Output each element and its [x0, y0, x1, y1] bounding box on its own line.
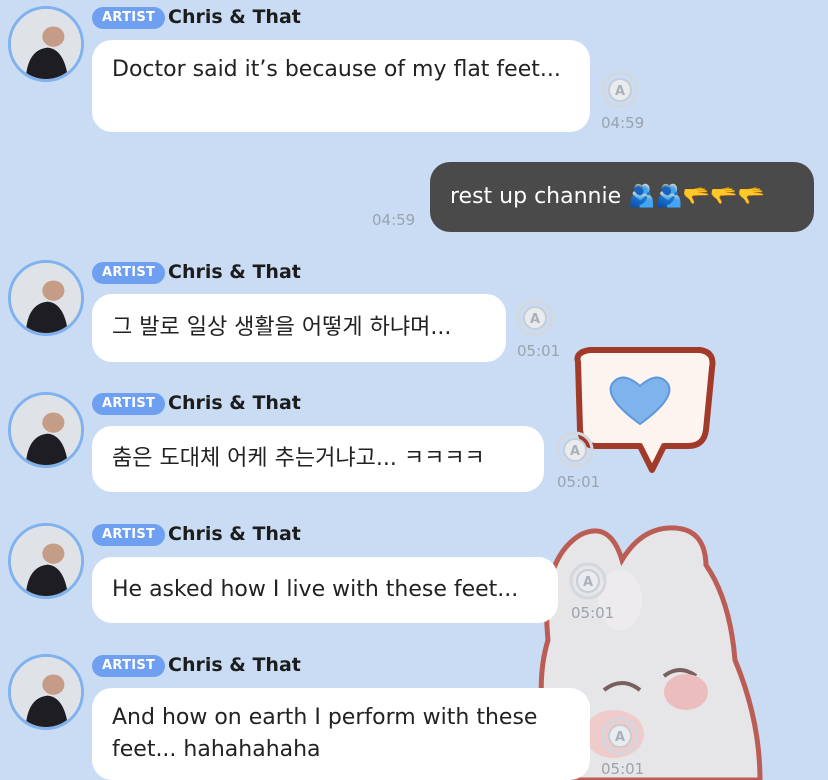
own-message-bubble[interactable]: rest up channie 🫂🫂🫳🫳🫳: [430, 162, 814, 232]
translate-icon[interactable]: A: [555, 430, 595, 470]
heart-speech-bubble-icon: [574, 347, 716, 473]
message-time: 04:59: [601, 114, 645, 132]
avatar-image-icon: [11, 263, 81, 333]
avatar-image-icon: [11, 657, 81, 727]
message-time: 05:01: [517, 342, 561, 360]
avatar[interactable]: [8, 392, 84, 468]
translate-icon[interactable]: A: [600, 716, 640, 756]
avatar-image-icon: [11, 395, 81, 465]
message-bubble[interactable]: 그 발로 일상 생활을 어떻게 하냐며...: [92, 294, 506, 362]
svg-text:A: A: [583, 575, 593, 590]
svg-text:A: A: [615, 730, 625, 745]
artist-badge: ARTIST: [92, 655, 166, 677]
avatar[interactable]: [8, 260, 84, 336]
translate-icon[interactable]: A: [568, 561, 608, 601]
avatar[interactable]: [8, 523, 84, 599]
sender-name: Chris & That: [168, 6, 301, 28]
svg-text:A: A: [615, 84, 625, 99]
avatar-image-icon: [11, 9, 81, 79]
message-text: Doctor said it’s because of my flat feet…: [112, 57, 561, 82]
message-text: rest up channie 🫂🫂🫳🫳🫳: [450, 184, 766, 209]
svg-text:A: A: [530, 312, 540, 327]
message-time: 04:59: [372, 211, 416, 229]
message-bubble[interactable]: 춤은 도대체 어케 추는거냐고... ㅋㅋㅋㅋ: [92, 426, 544, 492]
sender-name: Chris & That: [168, 392, 301, 414]
avatar[interactable]: [8, 654, 84, 730]
svg-text:A: A: [570, 444, 580, 459]
message-time: 05:01: [557, 473, 601, 491]
artist-badge: ARTIST: [92, 393, 166, 415]
sender-name: Chris & That: [168, 654, 301, 676]
avatar-image-icon: [11, 526, 81, 596]
message-time: 05:01: [601, 760, 645, 778]
avatar[interactable]: [8, 6, 84, 82]
message-bubble[interactable]: He asked how I live with these feet...: [92, 557, 558, 623]
artist-badge: ARTIST: [92, 524, 166, 546]
translate-icon[interactable]: A: [515, 298, 555, 338]
sender-name: Chris & That: [168, 261, 301, 283]
message-text: 그 발로 일상 생활을 어떻게 하냐며...: [112, 315, 452, 340]
artist-badge: ARTIST: [92, 7, 166, 29]
message-text: And how on earth I perform with these fe…: [112, 705, 538, 762]
message-text: He asked how I live with these feet...: [112, 577, 519, 602]
message-bubble[interactable]: And how on earth I perform with these fe…: [92, 688, 590, 780]
translate-icon[interactable]: A: [600, 70, 640, 110]
message-time: 05:01: [571, 604, 615, 622]
artist-badge: ARTIST: [92, 262, 166, 284]
sender-name: Chris & That: [168, 523, 301, 545]
message-bubble[interactable]: Doctor said it’s because of my flat feet…: [92, 40, 590, 132]
message-text: 춤은 도대체 어케 추는거냐고... ㅋㅋㅋㅋ: [112, 446, 485, 471]
